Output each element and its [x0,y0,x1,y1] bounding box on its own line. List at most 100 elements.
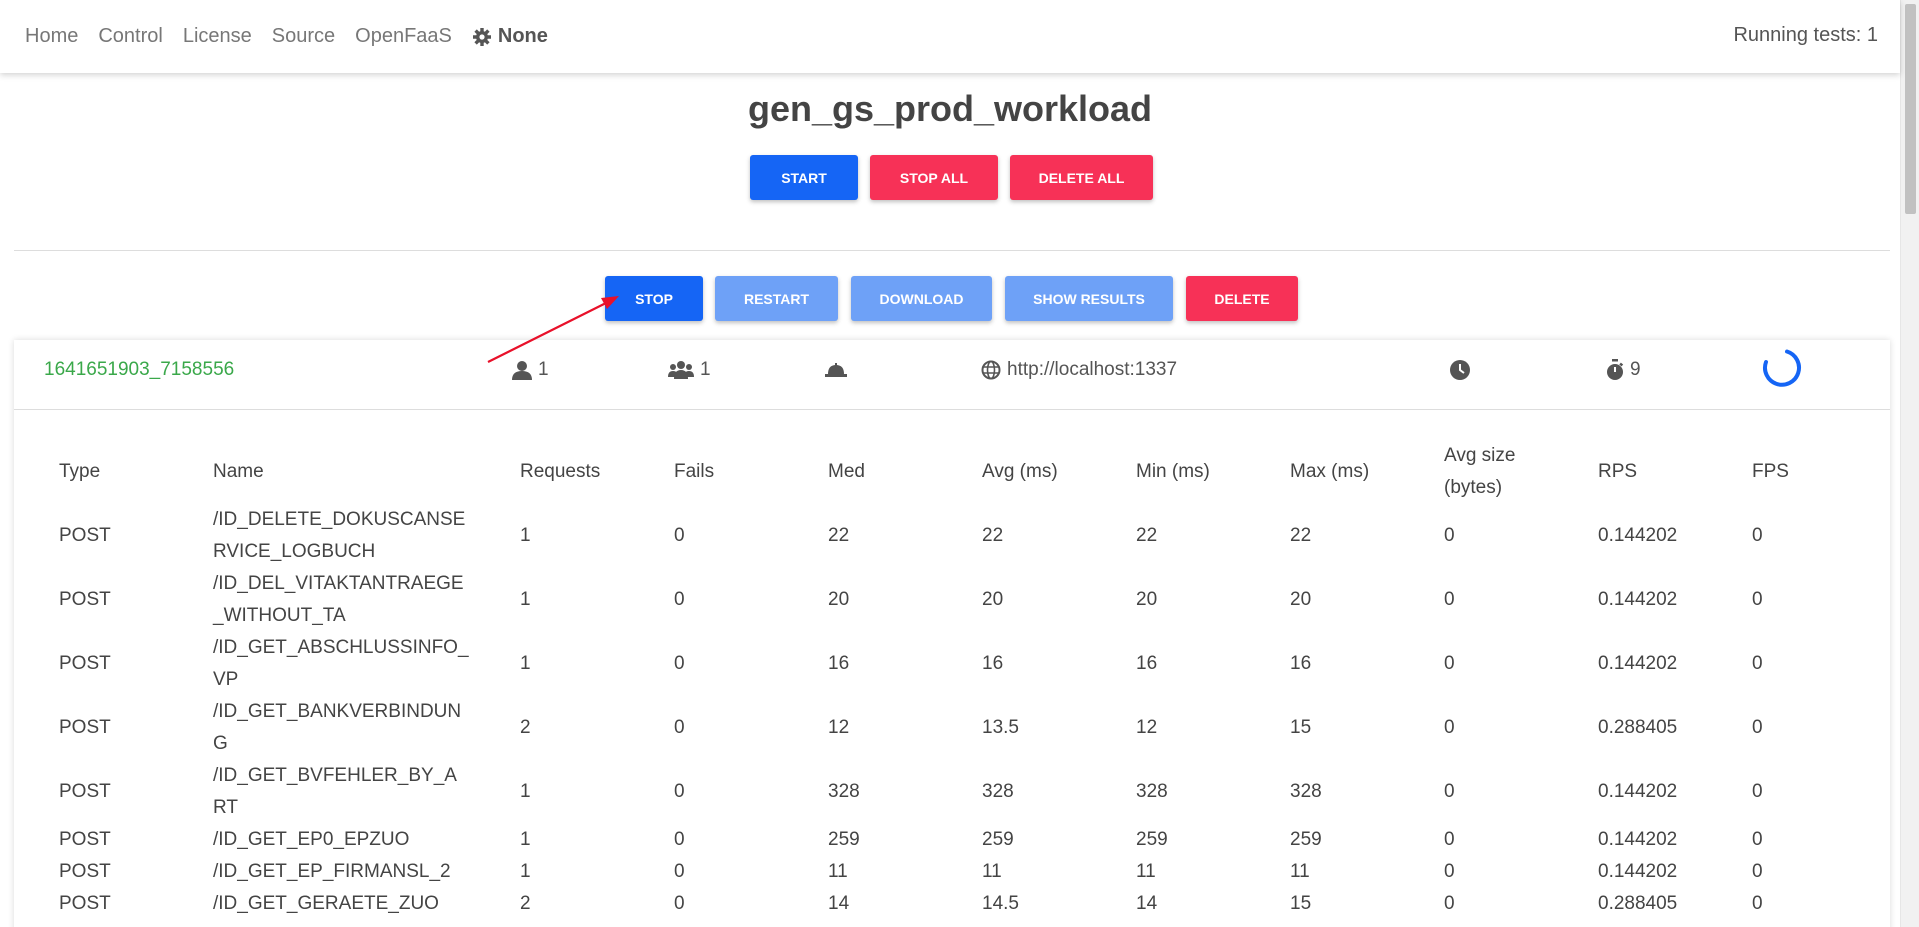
stop-button[interactable]: STOP [605,276,703,321]
cell-requests: 1 [520,653,531,674]
cell-avg: 11 [982,861,1002,882]
cell-requests: 1 [520,861,531,882]
cell-avg-size: 0 [1444,653,1455,674]
runtime-item: 9 [1606,340,1641,400]
cell-rps: 0.144202 [1598,525,1678,546]
cell-fps: 0 [1752,781,1763,802]
col-header-rps: RPS [1598,461,1638,482]
stats-table: Type Name Requests Fails Med Avg (ms) Mi… [59,440,1852,920]
table-row: POST /ID_GET_EP_FIRMANSL_2 1 0 11 11 11 … [59,856,1852,888]
cell-avg-size: 0 [1444,893,1455,914]
table-header-row: Type Name Requests Fails Med Avg (ms) Mi… [59,440,1852,504]
cell-name: /ID_GET_BANKVERBINDUNG [213,701,462,754]
download-button[interactable]: DOWNLOAD [851,276,992,321]
col-header-max: Max (ms) [1290,461,1370,482]
nav-link-control[interactable]: Control [98,25,162,48]
page-scrollbar[interactable] [1900,0,1919,927]
col-header-med: Med [828,461,865,482]
cell-avg: 328 [982,781,1014,802]
cell-requests: 2 [520,717,531,738]
cell-type: POST [59,525,111,546]
running-tests-status: Running tests: 1 [1733,24,1878,46]
delete-all-button[interactable]: DELETE ALL [1010,155,1153,200]
cell-min: 20 [1136,589,1158,610]
cell-fps: 0 [1752,525,1763,546]
cell-fps: 0 [1752,893,1763,914]
test-summary-row: 1641651903_7158556 1 1 http://localhost:… [14,340,1890,410]
show-results-button[interactable]: SHOW RESULTS [1005,276,1173,321]
cell-avg: 14.5 [982,893,1019,914]
col-header-type: Type [59,461,101,482]
table-row: POST /ID_GET_BANKVERBINDUNG 2 0 12 13.5 … [59,696,1852,760]
cell-min: 14 [1136,893,1158,914]
col-header-avg-size: Avg size (bytes) [1444,445,1516,498]
cell-name: /ID_GET_GERAETE_ZUO [213,893,439,914]
nav-link-openfaas[interactable]: OpenFaaS [355,25,452,48]
restart-button[interactable]: RESTART [715,276,838,321]
cell-med: 14 [828,893,850,914]
cell-avg: 13.5 [982,717,1019,738]
scrollbar-thumb[interactable] [1905,4,1916,214]
cell-min: 259 [1136,829,1168,850]
cell-max: 20 [1290,589,1312,610]
globe-icon [981,360,1001,380]
user-icon [512,361,532,380]
nav-link-home[interactable]: Home [25,25,78,48]
cell-requests: 1 [520,589,531,610]
divider [14,250,1890,251]
test-id[interactable]: 1641651903_7158556 [44,359,234,381]
cell-max: 15 [1290,717,1312,738]
cell-name: /ID_GET_EP_FIRMANSL_2 [213,861,451,882]
nav-link-license[interactable]: License [183,25,252,48]
spawn-rate: 1 [700,359,711,380]
gear-icon [472,27,491,46]
cell-min: 22 [1136,525,1158,546]
col-header-fails: Fails [674,461,715,482]
cell-type: POST [59,781,111,802]
users-count: 1 [538,359,549,380]
cell-avg: 16 [982,653,1004,674]
host-url: http://localhost:1337 [1007,359,1178,380]
start-button[interactable]: START [750,155,858,200]
cell-avg: 259 [982,829,1014,850]
col-header-name: Name [213,461,264,482]
runtime-seconds: 9 [1630,359,1641,380]
cell-type: POST [59,893,111,914]
cell-fails: 0 [674,893,685,914]
cell-type: POST [59,829,111,850]
cell-rps: 0.288405 [1598,717,1678,738]
table-row: POST /ID_GET_GERAETE_ZUO 2 0 14 14.5 14 … [59,888,1852,920]
col-header-fps: FPS [1752,461,1789,482]
settings-menu[interactable]: None [472,25,548,48]
test-card: 1641651903_7158556 1 1 http://localhost:… [14,340,1890,927]
time-limit-item [1450,340,1476,400]
test-id-item: 1641651903_7158556 [44,340,234,400]
table-row: POST /ID_DELETE_DOKUSCANSERVICE_LOGBUCH … [59,504,1852,568]
cell-fps: 0 [1752,861,1763,882]
delete-button[interactable]: DELETE [1186,276,1298,321]
nav-link-source[interactable]: Source [272,25,335,48]
cell-min: 328 [1136,781,1168,802]
cell-requests: 1 [520,781,531,802]
cell-min: 11 [1136,861,1156,882]
cell-max: 15 [1290,893,1312,914]
page-title: gen_gs_prod_workload [747,88,1153,129]
cell-fps: 0 [1752,829,1763,850]
cell-name: /ID_DELETE_DOKUSCANSERVICE_LOGBUCH [213,509,466,562]
cell-requests: 2 [520,893,531,914]
hat-icon [825,363,847,377]
table-row: POST /ID_GET_BVFEHLER_BY_ART 1 0 328 328… [59,760,1852,824]
cell-type: POST [59,717,111,738]
cell-max: 328 [1290,781,1322,802]
cell-rps: 0.288405 [1598,893,1678,914]
cell-rps: 0.144202 [1598,781,1678,802]
stop-all-button[interactable]: STOP ALL [870,155,998,200]
navbar: Home Control License Source OpenFaaS Non… [0,0,1900,73]
cell-max: 22 [1290,525,1312,546]
cell-type: POST [59,589,111,610]
host-item: http://localhost:1337 [981,340,1177,400]
cell-fails: 0 [674,861,685,882]
col-header-requests: Requests [520,461,601,482]
clock-icon [1450,360,1470,380]
cell-name: /ID_GET_ABSCHLUSSINFO_VP [213,637,469,690]
